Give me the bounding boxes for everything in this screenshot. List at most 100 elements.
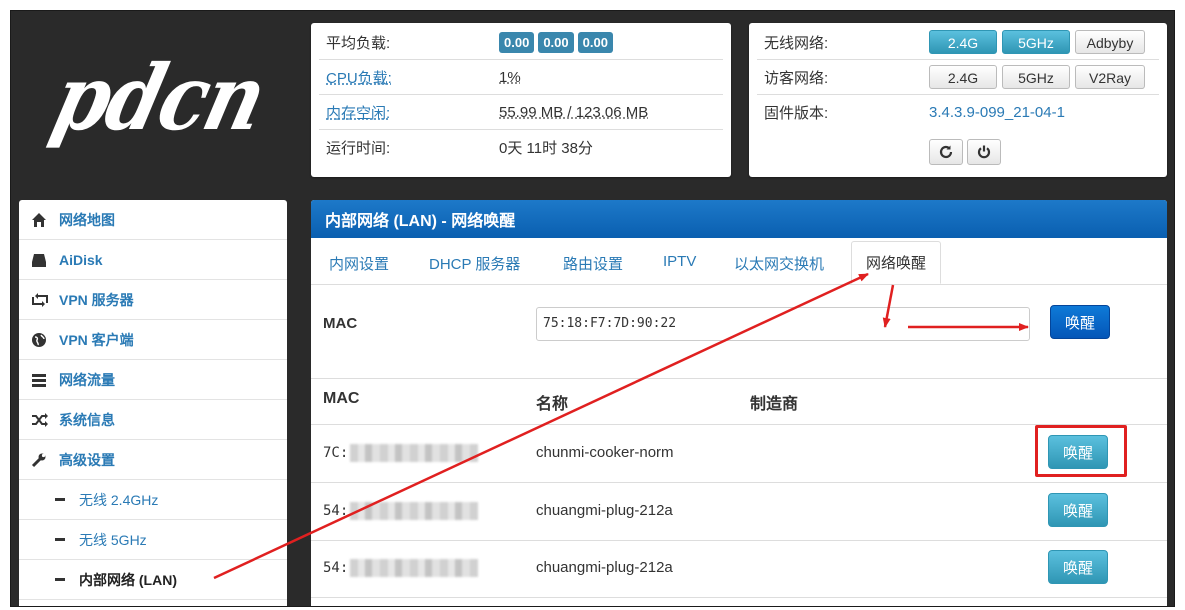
sidebar-menu: 网络地图 AiDisk VPN 服务器 VPN 客户端 网络流量 系统信息 高级… — [19, 200, 287, 606]
sidebar-item-label: 网络地图 — [59, 211, 115, 228]
guest-buttons: 2.4G 5GHz V2Ray — [929, 65, 1150, 89]
wireless-label: 无线网络: — [764, 34, 829, 52]
wireless-24g-button[interactable]: 2.4G — [929, 30, 997, 54]
sidebar-item-label: 网络流量 — [59, 371, 115, 388]
sidebar-subitem-wifi-5[interactable]: 无线 5GHz — [19, 520, 287, 560]
sidebar-item-system-info[interactable]: 系统信息 — [19, 400, 287, 440]
annotation-highlight-box — [1035, 425, 1127, 477]
sidebar-item-vpn-client[interactable]: VPN 客户端 — [19, 320, 287, 360]
wireless-row: 无线网络: 2.4G 5GHz Adbyby — [757, 25, 1159, 60]
blurred-mac — [350, 444, 479, 462]
blurred-mac — [350, 502, 479, 520]
v2ray-button[interactable]: V2Ray — [1075, 65, 1145, 89]
tab-iptv[interactable]: IPTV — [663, 253, 696, 270]
sidebar-item-label: 系统信息 — [59, 411, 115, 428]
page-title: 内部网络 (LAN) - 网络唤醒 — [311, 200, 1167, 238]
row-name: chunmi-cooker-norm — [536, 444, 674, 461]
column-mac: MAC — [323, 390, 360, 407]
sidebar-item-aidisk[interactable]: AiDisk — [19, 240, 287, 280]
cpu-value: 1% — [499, 68, 521, 86]
load-row: 平均负载: 0.00 0.00 0.00 — [319, 25, 723, 60]
memory-link[interactable]: 内存空闲: — [326, 102, 390, 123]
guest-label: 访客网络: — [764, 69, 829, 87]
wrench-icon — [31, 452, 51, 468]
power-icon — [977, 145, 991, 159]
vpn-server-icon — [31, 292, 51, 308]
sidebar-subitem-wifi-24[interactable]: 无线 2.4GHz — [19, 480, 287, 520]
tab-wol[interactable]: 网络唤醒 — [851, 241, 942, 284]
row-name: chuangmi-plug-212a — [536, 559, 673, 576]
table-header: MAC 名称 制造商 — [311, 378, 1167, 425]
sidebar-subitem-lan[interactable]: 内部网络 (LAN) — [19, 560, 287, 600]
wireless-buttons: 2.4G 5GHz Adbyby — [929, 30, 1150, 54]
table-row: 54: chuangmi-plug-212a 唤醒 — [311, 483, 1167, 541]
load-badge-2: 0.00 — [538, 31, 574, 53]
column-vendor: 制造商 — [750, 396, 799, 413]
guest-5g-button[interactable]: 5GHz — [1002, 65, 1070, 89]
system-status-panel: 平均负载: 0.00 0.00 0.00 CPU负载: 1% 内存空闲: 55.99… — [311, 23, 731, 177]
main-panel: 内部网络 (LAN) - 网络唤醒 内网设置 DHCP 服务器 路由设置 IPT… — [311, 200, 1167, 606]
table-row: 54: chuangmi-plug-212a 唤醒 — [311, 540, 1167, 598]
dash-icon — [55, 498, 65, 501]
wol-form-row: MAC 75:18:F7:7D:90:22 唤醒 — [311, 285, 1167, 379]
blurred-mac — [350, 559, 479, 577]
sidebar-item-label: AiDisk — [59, 251, 103, 268]
sidebar-item-label: VPN 服务器 — [59, 291, 134, 308]
refresh-icon — [939, 145, 953, 159]
shutdown-button[interactable] — [967, 139, 1001, 165]
column-name: 名称 — [536, 396, 569, 413]
load-label: 平均负载: — [326, 34, 391, 52]
load-values: 0.00 0.00 0.00 — [499, 31, 617, 53]
disk-icon — [31, 252, 51, 268]
power-controls — [929, 139, 1005, 165]
globe-icon — [31, 332, 51, 348]
guest-row: 访客网络: 2.4G 5GHz V2Ray — [757, 60, 1159, 95]
tab-routing[interactable]: 路由设置 — [563, 253, 623, 274]
wireless-5g-button[interactable]: 5GHz — [1002, 30, 1070, 54]
mac-input[interactable]: 75:18:F7:7D:90:22 — [536, 307, 1030, 341]
load-badge-3: 0.00 — [577, 31, 613, 53]
router-admin-window: pdcn 平均负载: 0.00 0.00 0.00 CPU负载: 1% 内存空闲: … — [10, 10, 1175, 607]
shuffle-icon — [31, 412, 51, 428]
memory-value: 55.99 MB / 123.06 MB — [499, 103, 649, 121]
row-mac: 54: — [323, 502, 479, 520]
sidebar-subitem-label: 内部网络 (LAN) — [79, 571, 177, 588]
dash-icon — [55, 578, 65, 581]
sidebar-item-vpn-server[interactable]: VPN 服务器 — [19, 280, 287, 320]
firmware-version[interactable]: 3.4.3.9-099_21-04-1 — [929, 104, 1065, 121]
mac-label: MAC — [323, 315, 358, 332]
sidebar-item-traffic[interactable]: 网络流量 — [19, 360, 287, 400]
memory-row: 内存空闲: 55.99 MB / 123.06 MB — [319, 95, 723, 130]
logo-text: pdcn — [43, 46, 275, 151]
uptime-row: 运行时间: 0天 11时 38分 — [319, 130, 723, 164]
tab-dhcp[interactable]: DHCP 服务器 — [429, 253, 520, 274]
tab-lan-settings[interactable]: 内网设置 — [329, 253, 389, 274]
dash-icon — [55, 538, 65, 541]
row-mac-prefix: 7C: — [323, 445, 349, 461]
row-mac-prefix: 54: — [323, 560, 349, 576]
firmware-row: 固件版本: 3.4.3.9-099_21-04-1 — [757, 95, 1159, 129]
sidebar-item-network-map[interactable]: 网络地图 — [19, 200, 287, 240]
sidebar-subitem-label: 无线 5GHz — [79, 531, 147, 548]
reboot-button[interactable] — [929, 139, 963, 165]
row-wake-button[interactable]: 唤醒 — [1048, 550, 1108, 584]
guest-24g-button[interactable]: 2.4G — [929, 65, 997, 89]
sidebar-subitem-label: 无线 2.4GHz — [79, 491, 159, 508]
row-mac: 54: — [323, 559, 479, 577]
sidebar-item-advanced[interactable]: 高级设置 — [19, 440, 287, 480]
tab-switch[interactable]: 以太网交换机 — [734, 253, 824, 274]
logo: pdcn — [11, 11, 307, 187]
wake-button[interactable]: 唤醒 — [1050, 305, 1110, 339]
row-mac-prefix: 54: — [323, 503, 349, 519]
row-name: chuangmi-plug-212a — [536, 502, 673, 519]
cpu-link[interactable]: CPU负载: — [326, 67, 392, 88]
network-status-panel: 无线网络: 2.4G 5GHz Adbyby 访客网络: 2.4G 5GHz V2Ray… — [749, 23, 1167, 177]
row-wake-button[interactable]: 唤醒 — [1048, 493, 1108, 527]
tab-bar: 内网设置 DHCP 服务器 路由设置 IPTV 以太网交换机 网络唤醒 — [311, 238, 1167, 285]
adbyby-button[interactable]: Adbyby — [1075, 30, 1145, 54]
traffic-icon — [31, 372, 51, 388]
home-icon — [31, 212, 51, 228]
load-badge-1: 0.00 — [499, 31, 535, 53]
sidebar-item-label: 高级设置 — [59, 451, 115, 468]
firmware-label: 固件版本: — [764, 104, 829, 122]
